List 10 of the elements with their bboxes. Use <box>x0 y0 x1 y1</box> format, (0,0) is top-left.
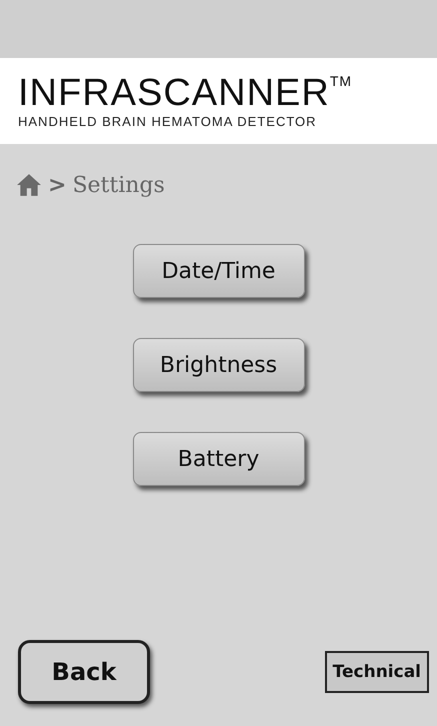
back-button[interactable]: Back <box>18 640 150 704</box>
breadcrumb-separator: > <box>48 172 66 198</box>
brand-subtitle: HANDHELD BRAIN HEMATOMA DETECTOR <box>18 114 318 128</box>
menu-button[interactable]: Brightness <box>132 338 304 392</box>
brand-title: INFRASCANNER$^{TM}$ <box>18 74 354 112</box>
breadcrumb-current: Settings <box>72 172 165 198</box>
technical-button[interactable]: Technical <box>324 651 429 693</box>
menu-button[interactable]: Battery <box>132 432 304 486</box>
menu-button[interactable]: Date/Time <box>132 244 304 298</box>
home-icon[interactable] <box>16 172 42 198</box>
